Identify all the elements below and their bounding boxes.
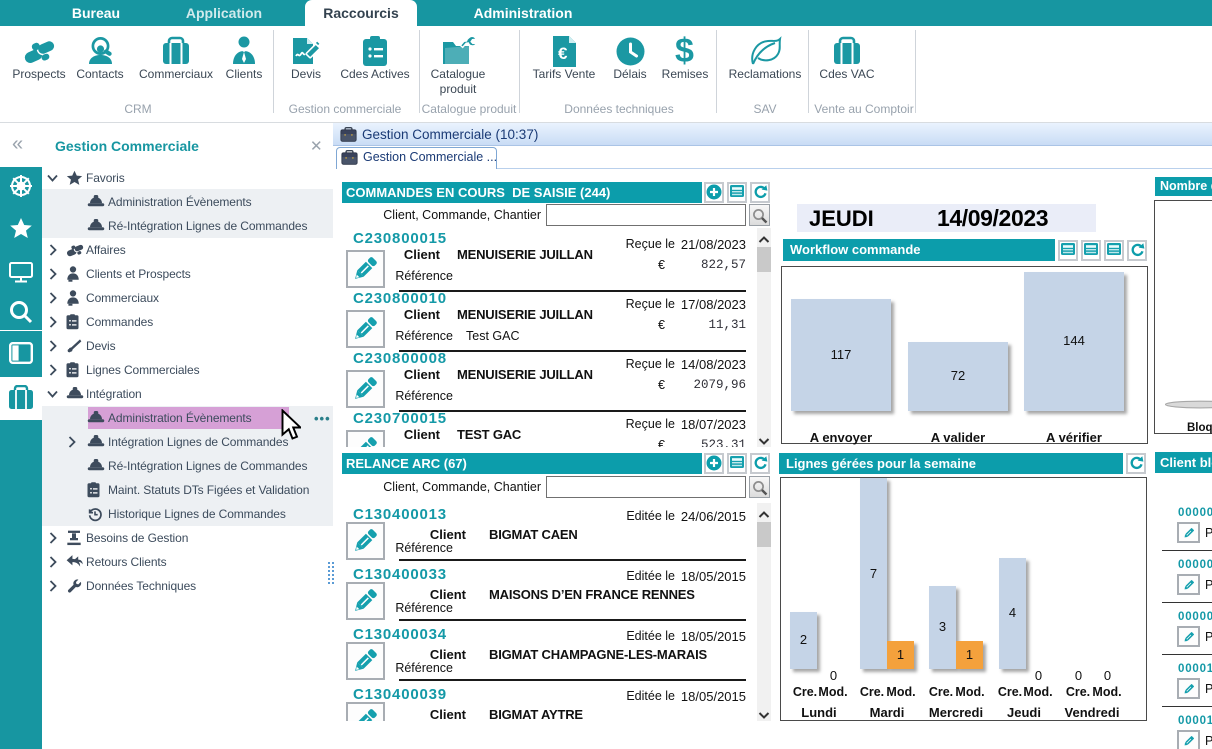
svg-text:$: $ [675, 32, 694, 68]
svg-text:€: € [558, 44, 568, 63]
